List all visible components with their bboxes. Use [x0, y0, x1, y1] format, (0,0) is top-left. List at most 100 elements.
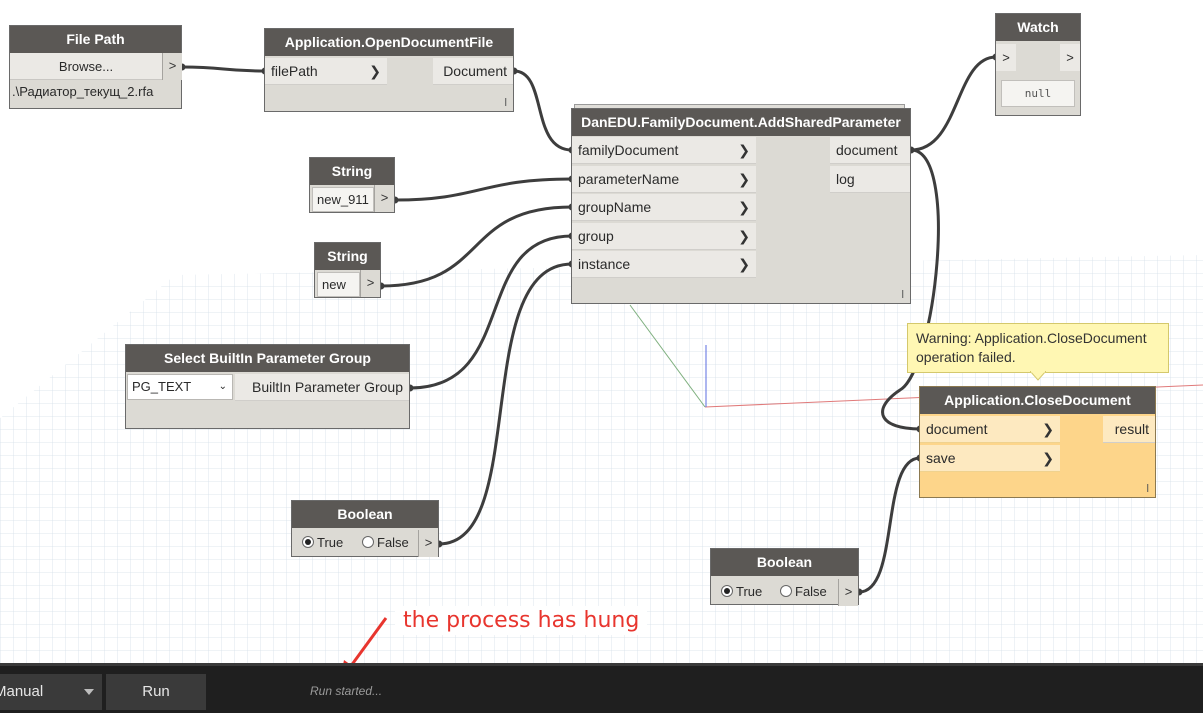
radio-unchecked-icon [780, 585, 792, 597]
z-axis-line [629, 304, 706, 408]
output-port-arrow[interactable]: > [1060, 44, 1080, 71]
watch-value: null [1001, 80, 1075, 107]
radio-false[interactable]: False [362, 535, 409, 550]
add-shared-parameter-node[interactable]: DanEDU.FamilyDocument.AddSharedParameter… [571, 108, 911, 304]
lacing-indicator: l [901, 289, 904, 301]
output-port-builtin-parameter-group[interactable]: BuiltIn Parameter Group [235, 374, 409, 401]
node-title: Select BuiltIn Parameter Group [126, 345, 409, 372]
chevron-right-icon: ❯ [738, 228, 750, 244]
wire-parametername [393, 177, 574, 202]
output-port-log[interactable]: log [830, 166, 910, 193]
input-port-save[interactable]: save ❯ [920, 445, 1060, 472]
run-mode-value: Manual [0, 683, 44, 700]
input-port-parametername[interactable]: parameterName ❯ [572, 166, 756, 193]
graph-canvas[interactable]: File Path Browse... > .\Радиатор_текущ_2… [0, 0, 1203, 680]
port-label: BuiltIn Parameter Group [252, 379, 403, 395]
annotation-label: the process has hung [395, 606, 648, 635]
input-port-filepath[interactable]: filePath ❯ [265, 58, 387, 85]
lacing-indicator: l [504, 97, 507, 109]
dropdown-selected-value: PG_TEXT [132, 379, 192, 394]
run-button[interactable]: Run [106, 674, 206, 710]
output-port-arrow[interactable]: > [360, 270, 380, 297]
file-path-value: .\Радиатор_текущ_2.rfa [12, 84, 154, 99]
warning-tooltip: Warning: Application.CloseDocument opera… [907, 323, 1169, 373]
run-mode-dropdown[interactable]: Manual [0, 674, 102, 710]
tooltip-pointer [1030, 371, 1046, 381]
port-label: result [1114, 421, 1149, 437]
port-label: filePath [271, 63, 318, 79]
wire-groupname [379, 205, 574, 288]
string-value-input[interactable]: new [317, 272, 360, 297]
select-builtin-parameter-group-node[interactable]: Select BuiltIn Parameter Group PG_TEXT ⌄… [125, 344, 410, 429]
port-label: group [578, 228, 614, 244]
node-title: File Path [10, 26, 181, 53]
close-document-node[interactable]: Application.CloseDocument document ❯ sav… [919, 386, 1156, 498]
radio-checked-icon [302, 536, 314, 548]
string-node-2[interactable]: String new > [314, 242, 381, 298]
node-title: String [315, 243, 380, 270]
output-port-arrow[interactable]: > [162, 53, 182, 80]
input-port-familydocument[interactable]: familyDocument ❯ [572, 137, 756, 164]
port-label: Document [443, 63, 507, 79]
port-label: log [836, 171, 855, 187]
node-title: Boolean [292, 501, 438, 528]
chevron-right-icon: ❯ [738, 142, 750, 158]
output-port-arrow[interactable]: > [374, 185, 394, 212]
input-port-groupname[interactable]: groupName ❯ [572, 194, 756, 221]
radio-true[interactable]: True [302, 535, 343, 550]
string-node-1[interactable]: String new_911 > [309, 157, 395, 213]
output-port-result[interactable]: result [1103, 416, 1155, 443]
port-label: document [836, 142, 898, 158]
radio-label: False [795, 584, 827, 599]
port-label: familyDocument [578, 142, 679, 158]
node-title: DanEDU.FamilyDocument.AddSharedParameter [572, 109, 910, 136]
port-label: groupName [578, 199, 652, 215]
radio-checked-icon [721, 585, 733, 597]
node-title: Application.OpenDocumentFile [265, 29, 513, 56]
watch-node[interactable]: Watch > > null [995, 13, 1081, 116]
run-status-text: Run started... [310, 684, 383, 698]
boolean-node-1[interactable]: Boolean True False > [291, 500, 439, 557]
file-path-node[interactable]: File Path Browse... > .\Радиатор_текущ_2… [9, 25, 182, 109]
node-title: Boolean [711, 549, 858, 576]
chevron-right-icon: ❯ [738, 171, 750, 187]
output-port-document[interactable]: document [830, 137, 910, 164]
port-label: instance [578, 256, 631, 272]
radio-false[interactable]: False [780, 584, 827, 599]
input-port-group[interactable]: group ❯ [572, 223, 756, 250]
warning-text: Warning: Application.CloseDocument opera… [916, 330, 1147, 365]
wire-group [408, 234, 574, 390]
open-document-file-node[interactable]: Application.OpenDocumentFile filePath ❯ … [264, 28, 514, 112]
wire-save [857, 456, 922, 594]
node-title: Application.CloseDocument [920, 387, 1155, 414]
input-port-document[interactable]: document ❯ [920, 416, 1060, 443]
chevron-right-icon: ❯ [369, 63, 381, 79]
wire-filepath [180, 65, 267, 73]
chevron-down-icon [84, 689, 94, 695]
port-label: parameterName [578, 171, 680, 187]
wire-watch [909, 55, 998, 152]
browse-button[interactable]: Browse... [10, 53, 162, 80]
radio-unchecked-icon [362, 536, 374, 548]
port-label: save [926, 450, 956, 466]
chevron-right-icon: ❯ [1042, 421, 1054, 437]
radio-label: True [317, 535, 344, 550]
chevron-right-icon: ❯ [738, 199, 750, 215]
output-port-arrow[interactable]: > [838, 579, 858, 606]
input-port-instance[interactable]: instance ❯ [572, 251, 756, 278]
port-label: document [926, 421, 988, 437]
radio-label: False [377, 535, 409, 550]
radio-true[interactable]: True [721, 584, 762, 599]
chevron-right-icon: ❯ [1042, 450, 1054, 466]
output-port-document[interactable]: Document [433, 58, 513, 85]
boolean-node-2[interactable]: Boolean True False > [710, 548, 859, 606]
parameter-group-dropdown[interactable]: PG_TEXT ⌄ [127, 374, 233, 400]
output-port-arrow[interactable]: > [418, 530, 438, 557]
input-port-arrow[interactable]: > [996, 44, 1016, 71]
node-title: Watch [996, 14, 1080, 41]
string-value-input[interactable]: new_911 [312, 187, 374, 212]
chevron-right-icon: ❯ [738, 256, 750, 272]
node-title: String [310, 158, 394, 185]
radio-label: True [736, 584, 763, 599]
run-toolbar: Manual Run Run started... [0, 663, 1203, 713]
